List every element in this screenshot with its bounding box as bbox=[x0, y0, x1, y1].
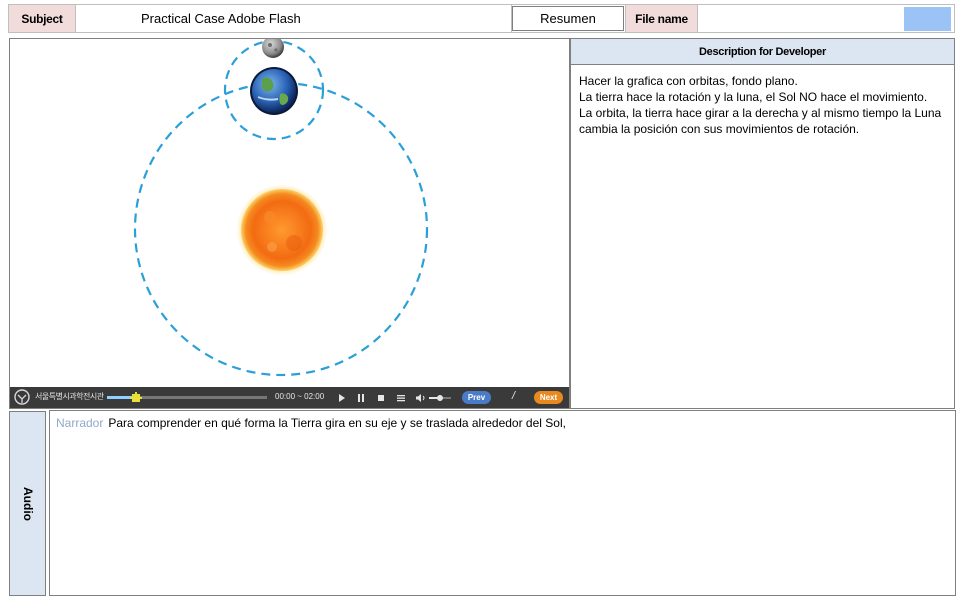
player-logo-text: 서울특별시과학전시관 bbox=[35, 392, 104, 401]
volume-icon[interactable] bbox=[415, 393, 427, 403]
narrator-tag: Narrador bbox=[56, 416, 104, 430]
audio-label-box: Audio bbox=[9, 411, 46, 596]
description-line: Hacer la grafica con orbitas, fondo plan… bbox=[579, 74, 798, 88]
description-header: Description for Developer bbox=[570, 38, 955, 65]
subject-value: Practical Case Adobe Flash bbox=[76, 4, 512, 33]
menu-icon[interactable] bbox=[396, 393, 406, 403]
moon bbox=[262, 39, 284, 58]
animation-stage: 서울특별시과학전시관 00:00 ~ 02:00 Prev / Next bbox=[9, 38, 570, 409]
play-icon[interactable] bbox=[337, 393, 347, 403]
description-body: Hacer la grafica con orbitas, fondo plan… bbox=[570, 65, 955, 409]
time-display: 00:00 ~ 02:00 bbox=[275, 392, 325, 401]
volume-handle[interactable] bbox=[437, 395, 443, 401]
orbit-diagram bbox=[133, 39, 429, 377]
audio-script: Narrador Para comprender en qué forma la … bbox=[49, 410, 956, 596]
stop-icon[interactable] bbox=[376, 393, 386, 403]
media-player-bar: 서울특별시과학전시관 00:00 ~ 02:00 Prev / Next bbox=[10, 387, 569, 408]
earth bbox=[250, 67, 298, 115]
description-line: La tierra hace la rotación y la luna, el… bbox=[579, 90, 928, 104]
progress-handle-icon[interactable] bbox=[129, 390, 143, 404]
narration-text: Para comprender en qué forma la Tierra g… bbox=[108, 416, 566, 430]
subject-label: Subject bbox=[8, 4, 76, 33]
description-line: La orbita, la tierra hace girar a la der… bbox=[579, 106, 942, 136]
file-name-color-box bbox=[904, 7, 951, 31]
next-button[interactable]: Next bbox=[534, 391, 563, 404]
sun bbox=[236, 184, 328, 276]
audio-label: Audio bbox=[20, 486, 35, 521]
pause-icon[interactable] bbox=[356, 393, 366, 403]
prev-button[interactable]: Prev bbox=[462, 391, 491, 404]
file-name-label: File name bbox=[625, 4, 698, 33]
page-separator: / bbox=[512, 390, 516, 402]
resumen-button[interactable]: Resumen bbox=[512, 6, 624, 31]
logo-icon bbox=[14, 389, 30, 405]
